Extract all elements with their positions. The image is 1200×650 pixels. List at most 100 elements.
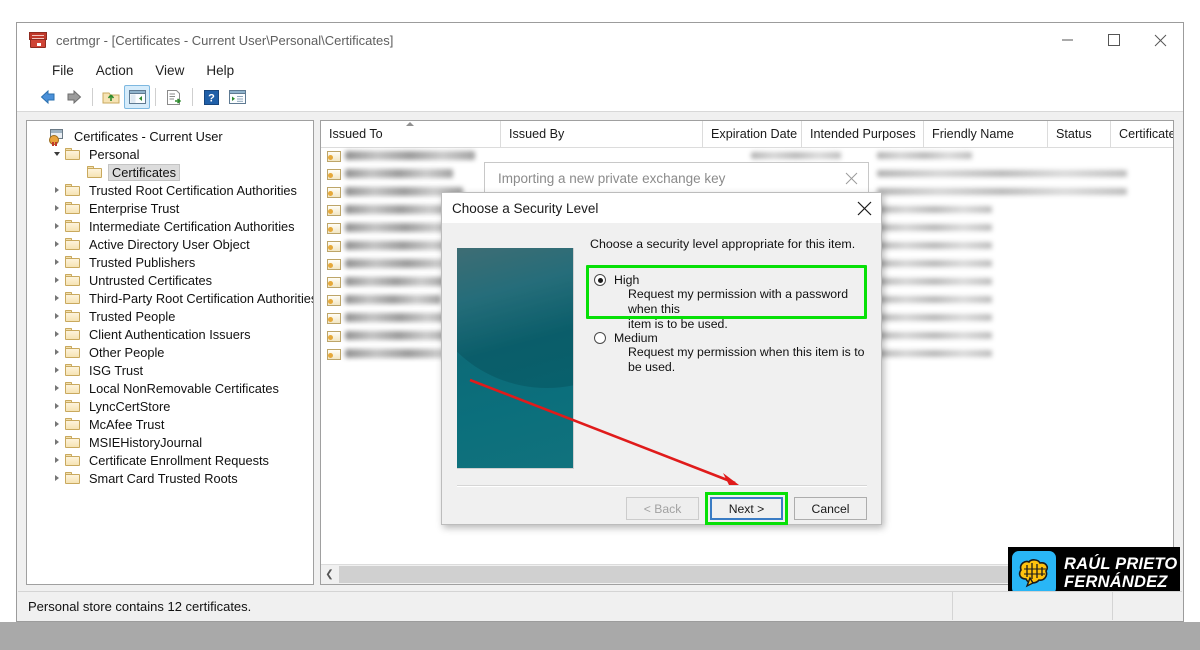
column-header-status[interactable]: Status xyxy=(1048,121,1111,147)
tree-item-trusted-people[interactable]: Trusted People xyxy=(27,307,313,325)
chevron-right-icon[interactable] xyxy=(49,223,65,229)
maximize-icon[interactable] xyxy=(1091,23,1137,57)
column-header-label: Intended Purposes xyxy=(810,127,916,141)
tree-item-label: LyncCertStore xyxy=(89,398,171,414)
tree-item-label: Intermediate Certification Authorities xyxy=(89,218,295,234)
certificate-icon xyxy=(327,151,341,162)
menu-help[interactable]: Help xyxy=(195,61,245,80)
back-icon[interactable] xyxy=(35,85,61,109)
security-option-medium[interactable]: Medium Request my permission when this i… xyxy=(594,331,874,375)
column-header-issued-by[interactable]: Issued By xyxy=(501,121,703,147)
redacted-friendly-name xyxy=(877,206,992,213)
tree-item-enterprise-trust[interactable]: Enterprise Trust xyxy=(27,199,313,217)
chevron-right-icon[interactable] xyxy=(49,385,65,391)
forward-icon[interactable] xyxy=(61,85,87,109)
column-header-friendly-name[interactable]: Friendly Name xyxy=(924,121,1048,147)
back-button-wrap: < Back xyxy=(626,497,699,520)
certificate-icon xyxy=(327,331,341,342)
back-button[interactable]: < Back xyxy=(626,497,699,520)
show-hide-console-tree-icon[interactable] xyxy=(124,85,150,109)
certificate-icon xyxy=(327,349,341,360)
minimize-icon[interactable] xyxy=(1045,23,1091,57)
tree-item-untrusted-certificates[interactable]: Untrusted Certificates xyxy=(27,271,313,289)
properties-icon[interactable] xyxy=(224,85,250,109)
chevron-right-icon[interactable] xyxy=(49,403,65,409)
certificate-icon xyxy=(327,259,341,270)
chevron-right-icon[interactable] xyxy=(49,439,65,445)
option-medium-label: Medium xyxy=(614,331,658,345)
tree-item-label: Enterprise Trust xyxy=(89,200,180,216)
chevron-right-icon[interactable] xyxy=(49,295,65,301)
chevron-right-icon[interactable] xyxy=(49,241,65,247)
export-list-icon[interactable] xyxy=(161,85,187,109)
menu-action[interactable]: Action xyxy=(85,61,145,80)
tree-item-mcafee-trust[interactable]: McAfee Trust xyxy=(27,415,313,433)
tree-item-local-nonremovable-certificates[interactable]: Local NonRemovable Certificates xyxy=(27,379,313,397)
help-icon[interactable]: ? xyxy=(198,85,224,109)
dialog-prompt: Choose a security level appropriate for … xyxy=(590,237,856,251)
chevron-right-icon[interactable] xyxy=(49,367,65,373)
dialog-close-icon[interactable] xyxy=(847,194,881,223)
tree-item-trusted-publishers[interactable]: Trusted Publishers xyxy=(27,253,313,271)
certificate-store-tree: Certificates - Current User Personal Certi… xyxy=(27,121,313,487)
chevron-right-icon[interactable] xyxy=(49,457,65,463)
tree-item-personal[interactable]: Personal xyxy=(27,145,313,163)
folder-icon xyxy=(65,220,80,232)
column-header-issued-to[interactable]: Issued To xyxy=(321,121,501,147)
menu-file[interactable]: File xyxy=(41,61,85,80)
dialog-body: Choose a security level appropriate for … xyxy=(442,223,881,525)
chevron-right-icon[interactable] xyxy=(49,187,65,193)
tree-item-third-party-root-certification-authorities[interactable]: Third-Party Root Certification Authoriti… xyxy=(27,289,313,307)
chevron-right-icon[interactable] xyxy=(49,277,65,283)
chevron-right-icon[interactable] xyxy=(49,259,65,265)
tree-item-trusted-root-certification-authorities[interactable]: Trusted Root Certification Authorities xyxy=(27,181,313,199)
wizard-background-close-icon[interactable] xyxy=(834,163,868,194)
radio-medium[interactable] xyxy=(594,332,606,344)
watermark-line-2: FERNÁNDEZ xyxy=(1064,572,1168,591)
close-icon[interactable] xyxy=(1137,23,1183,57)
certificate-icon xyxy=(327,313,341,324)
folder-icon xyxy=(65,202,80,214)
tree-item-smart-card-trusted-roots[interactable]: Smart Card Trusted Roots xyxy=(27,469,313,487)
console-root-icon xyxy=(49,129,65,146)
next-button-wrap: Next > xyxy=(705,492,788,525)
redacted-issued-to xyxy=(345,151,475,160)
wizard-background-window[interactable]: Importing a new private exchange key xyxy=(484,162,869,195)
column-header-certificate-tem[interactable]: Certificate Tem... xyxy=(1111,121,1173,147)
tree-item-lynccertstore[interactable]: LyncCertStore xyxy=(27,397,313,415)
tree-item-certificate-enrollment-requests[interactable]: Certificate Enrollment Requests xyxy=(27,451,313,469)
chevron-right-icon[interactable] xyxy=(49,205,65,211)
column-header-expiration-date[interactable]: Expiration Date xyxy=(703,121,802,147)
radio-high[interactable] xyxy=(594,274,606,286)
menu-view[interactable]: View xyxy=(144,61,195,80)
sort-ascending-icon xyxy=(405,122,414,126)
tree-item-other-people[interactable]: Other People xyxy=(27,343,313,361)
column-header-intended-purposes[interactable]: Intended Purposes xyxy=(802,121,924,147)
tree-item-certificates[interactable]: Certificates xyxy=(27,163,313,181)
tree-item-isg-trust[interactable]: ISG Trust xyxy=(27,361,313,379)
chevron-down-icon[interactable] xyxy=(49,152,65,156)
folder-icon xyxy=(65,148,80,160)
chevron-right-icon[interactable] xyxy=(49,349,65,355)
tree-item-client-authentication-issuers[interactable]: Client Authentication Issuers xyxy=(27,325,313,343)
window-controls xyxy=(1045,23,1183,57)
cancel-button[interactable]: Cancel xyxy=(794,497,867,520)
console-tree-pane[interactable]: Certificates - Current User Personal Certi… xyxy=(26,120,314,585)
desktop-background: certmgr - [Certificates - Current User\P… xyxy=(0,0,1200,650)
folder-icon xyxy=(65,472,80,484)
chevron-left-icon[interactable]: ❮ xyxy=(321,565,338,584)
chevron-right-icon[interactable] xyxy=(49,313,65,319)
folder-icon xyxy=(65,400,80,412)
up-folder-icon[interactable] xyxy=(98,85,124,109)
security-option-high[interactable]: High Request my permission with a passwo… xyxy=(594,273,864,332)
tree-item-active-directory-user-object[interactable]: Active Directory User Object xyxy=(27,235,313,253)
tree-item-intermediate-certification-authorities[interactable]: Intermediate Certification Authorities xyxy=(27,217,313,235)
chevron-right-icon[interactable] xyxy=(49,475,65,481)
tree-item-certificates-current-user[interactable]: Certificates - Current User xyxy=(27,127,313,146)
chevron-right-icon[interactable] xyxy=(49,331,65,337)
tree-item-msiehistoryjournal[interactable]: MSIEHistoryJournal xyxy=(27,433,313,451)
watermark-logo: RAÚL PRIETO FERNÁNDEZ xyxy=(1009,548,1179,597)
tree-item-label: Personal xyxy=(89,146,140,162)
list-column-headers: Issued To Issued By Expiration Date Intende… xyxy=(321,121,1173,148)
chevron-right-icon[interactable] xyxy=(49,421,65,427)
